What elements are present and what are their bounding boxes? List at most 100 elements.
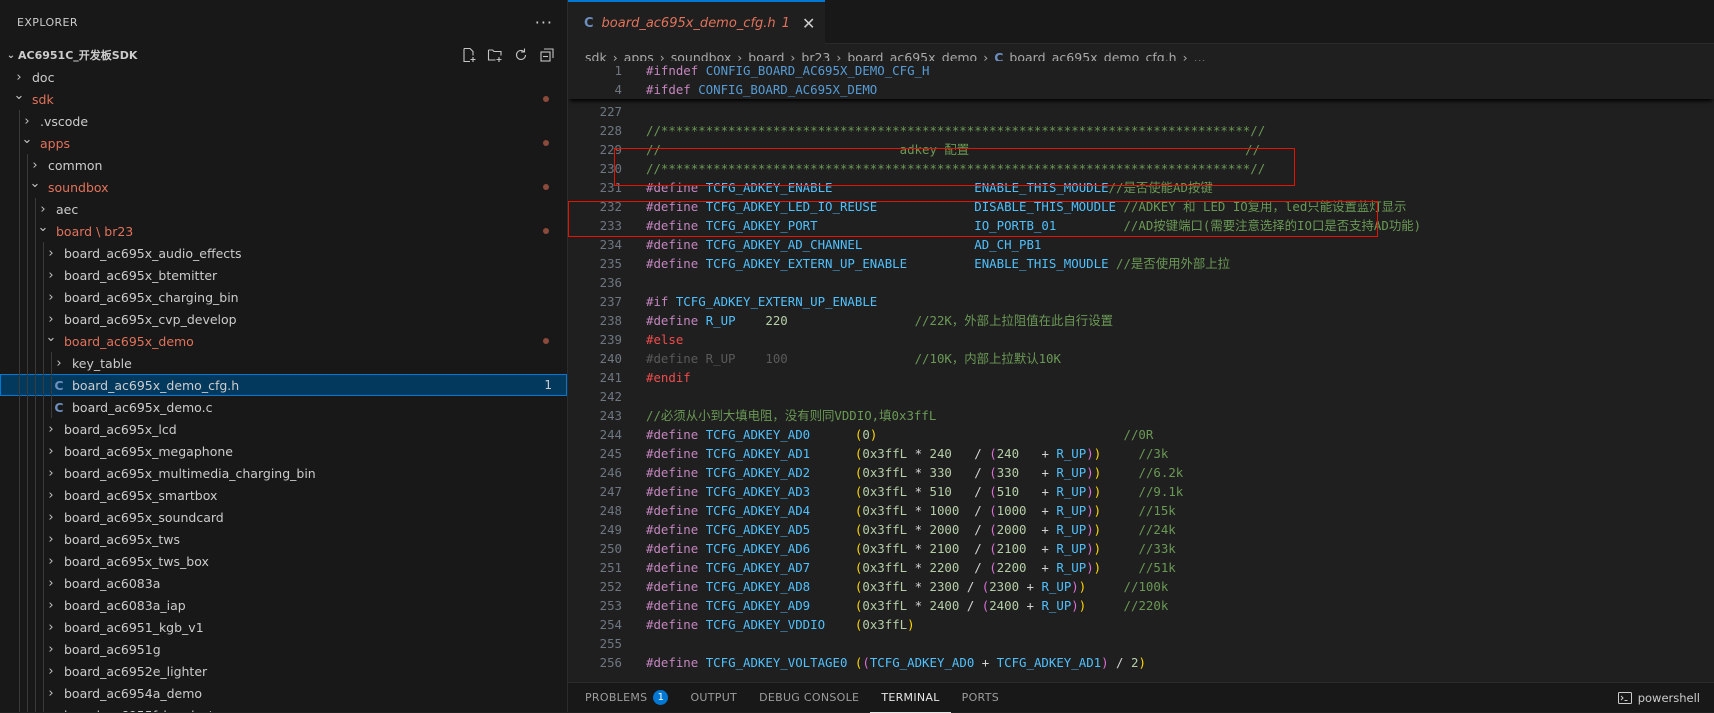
tree-folder[interactable]: ⌄ board \ br23 bbox=[0, 220, 567, 242]
editor-tab-active[interactable]: C board_ac695x_demo_cfg.h 1 ✕ bbox=[568, 0, 826, 44]
tree-folder[interactable]: › board_ac6955f_headset_mono bbox=[0, 704, 567, 712]
code-line: 230 //***********************************… bbox=[568, 159, 1714, 178]
tree-folder[interactable]: ⌄ sdk bbox=[0, 88, 567, 110]
tree-item-label: key_table bbox=[72, 355, 132, 371]
tree-folder[interactable]: › key_table bbox=[0, 352, 567, 374]
code-token: #else bbox=[646, 332, 684, 347]
indent-guide bbox=[43, 594, 44, 616]
indent-guide bbox=[19, 176, 20, 198]
code-token: R_UP bbox=[1056, 541, 1087, 556]
tree-folder[interactable]: › board_ac695x_cvp_develop bbox=[0, 308, 567, 330]
indent-guide bbox=[27, 682, 28, 704]
tree-folder[interactable]: › board_ac695x_btemitter bbox=[0, 264, 567, 286]
refresh-icon[interactable] bbox=[513, 47, 529, 63]
tree-file[interactable]: Cboard_ac695x_demo_cfg.h 1 bbox=[0, 374, 567, 396]
tree-folder[interactable]: › board_ac6952e_lighter bbox=[0, 660, 567, 682]
tree-folder[interactable]: › doc bbox=[0, 66, 567, 88]
line-source: #define TCFG_ADKEY_AD8 (0x3ffL * 2300 / … bbox=[646, 577, 1168, 596]
code-token: 330 bbox=[929, 465, 952, 480]
indent-guide bbox=[19, 198, 20, 220]
code-token: + bbox=[1026, 560, 1057, 575]
tree-file[interactable]: Cboard_ac695x_demo.c bbox=[0, 396, 567, 418]
code-line: 247 #define TCFG_ADKEY_AD3 (0x3ffL * 510 … bbox=[568, 482, 1714, 501]
editor-tab-bar: C board_ac695x_demo_cfg.h 1 ✕ bbox=[568, 0, 1714, 44]
code-line: 253 #define TCFG_ADKEY_AD9 (0x3ffL * 2400… bbox=[568, 596, 1714, 615]
chevron-right-icon: › bbox=[56, 355, 62, 371]
line-source: #define TCFG_ADKEY_AD1 (0x3ffL * 240 / (… bbox=[646, 444, 1168, 463]
indent-guide bbox=[43, 374, 44, 396]
line-source: #define TCFG_ADKEY_VDDIO (0x3ffL) bbox=[646, 615, 915, 634]
tree-folder[interactable]: › board_ac695x_soundcard bbox=[0, 506, 567, 528]
collapse-all-icon[interactable] bbox=[539, 47, 555, 63]
code-token: #define bbox=[646, 313, 706, 328]
close-icon[interactable]: ✕ bbox=[802, 14, 815, 33]
code-token: / bbox=[959, 560, 990, 575]
panel-tab-ports[interactable]: PORTS bbox=[951, 683, 1010, 713]
code-editor[interactable]: 1 #ifndef CONFIG_BOARD_AC695X_DEMO_CFG_H 4… bbox=[568, 61, 1714, 681]
code-line: 228 //***********************************… bbox=[568, 121, 1714, 140]
indent-guide bbox=[43, 308, 44, 330]
tree-folder[interactable]: › board_ac6951_kgb_v1 bbox=[0, 616, 567, 638]
line-number: 234 bbox=[599, 237, 622, 252]
tree-folder[interactable]: › board_ac695x_megaphone bbox=[0, 440, 567, 462]
tree-folder[interactable]: › board_ac695x_tws_box bbox=[0, 550, 567, 572]
panel-tab-terminal[interactable]: TERMINAL bbox=[870, 683, 951, 713]
indent-guide bbox=[27, 198, 28, 220]
tree-folder[interactable]: › board_ac6083a bbox=[0, 572, 567, 594]
new-folder-icon[interactable] bbox=[487, 47, 503, 63]
code-token: //0R bbox=[1123, 427, 1154, 442]
indent-guide bbox=[19, 682, 20, 704]
tree-folder[interactable]: › board_ac695x_charging_bin bbox=[0, 286, 567, 308]
indent-guide bbox=[35, 286, 36, 308]
code-token: 2400 bbox=[929, 598, 960, 613]
tree-folder[interactable]: › common bbox=[0, 154, 567, 176]
tree-folder[interactable]: › board_ac6083a_iap bbox=[0, 594, 567, 616]
tree-folder[interactable]: › board_ac6954a_demo bbox=[0, 682, 567, 704]
tree-folder[interactable]: ⌄ board_ac695x_demo bbox=[0, 330, 567, 352]
tree-folder[interactable]: › aec bbox=[0, 198, 567, 220]
code-token: 510 bbox=[996, 484, 1020, 499]
code-token: ) bbox=[1086, 503, 1094, 518]
code-token: //AD按键端口(需要注意选择的IO口是否支持AD功能) bbox=[1123, 218, 1422, 233]
code-line: 242 bbox=[568, 387, 1714, 406]
indent-guide bbox=[35, 638, 36, 660]
indent-guide bbox=[27, 264, 28, 286]
code-token: TCFG_ADKEY_AD7 bbox=[705, 560, 811, 575]
line-number: 256 bbox=[599, 655, 622, 670]
terminal-shell[interactable]: powershell bbox=[1617, 691, 1700, 705]
tree-folder[interactable]: › .vscode bbox=[0, 110, 567, 132]
line-source: #define TCFG_ADKEY_LED_IO_REUSE DISABLE_… bbox=[646, 197, 1406, 216]
tree-folder[interactable]: › board_ac695x_audio_effects bbox=[0, 242, 567, 264]
line-source: // adkey 配置 // bbox=[646, 140, 1260, 159]
code-token: //33k bbox=[1138, 541, 1176, 556]
chevron-right-icon: › bbox=[16, 69, 22, 85]
tree-folder[interactable]: › board_ac695x_lcd bbox=[0, 418, 567, 440]
tree-item-label: board_ac6083a_iap bbox=[64, 597, 186, 613]
panel-tab-problems[interactable]: PROBLEMS 1 bbox=[574, 683, 679, 713]
indent-guide bbox=[43, 506, 44, 528]
indent-guide bbox=[35, 704, 36, 712]
tree-folder[interactable]: › board_ac6951g bbox=[0, 638, 567, 660]
panel-tab-debug-console[interactable]: DEBUG CONSOLE bbox=[748, 683, 870, 713]
sticky-scroll-header: 1 #ifndef CONFIG_BOARD_AC695X_DEMO_CFG_H 4… bbox=[568, 61, 1714, 99]
code-token: * bbox=[907, 598, 930, 613]
line-source: #define TCFG_ADKEY_AD_CHANNEL AD_CH_PB1 bbox=[646, 235, 1041, 254]
tree-folder[interactable]: › board_ac695x_tws bbox=[0, 528, 567, 550]
code-token: 2300 bbox=[989, 579, 1020, 594]
new-file-icon[interactable] bbox=[461, 47, 477, 63]
code-token: R_UP bbox=[1056, 503, 1087, 518]
line-number: 231 bbox=[599, 180, 622, 195]
tree-folder[interactable]: › board_ac695x_multimedia_charging_bin bbox=[0, 462, 567, 484]
indent-guide bbox=[27, 374, 28, 396]
panel-tab-output[interactable]: OUTPUT bbox=[679, 683, 748, 713]
tree-folder[interactable]: ⌄ soundbox bbox=[0, 176, 567, 198]
workspace-root[interactable]: ⌄ AC6951C_开发板SDK bbox=[0, 44, 567, 66]
tree-folder[interactable]: › board_ac695x_smartbox bbox=[0, 484, 567, 506]
more-actions-icon[interactable]: ··· bbox=[535, 13, 553, 32]
code-token: R_UP bbox=[1056, 446, 1087, 461]
tree-folder[interactable]: ⌄ apps bbox=[0, 132, 567, 154]
